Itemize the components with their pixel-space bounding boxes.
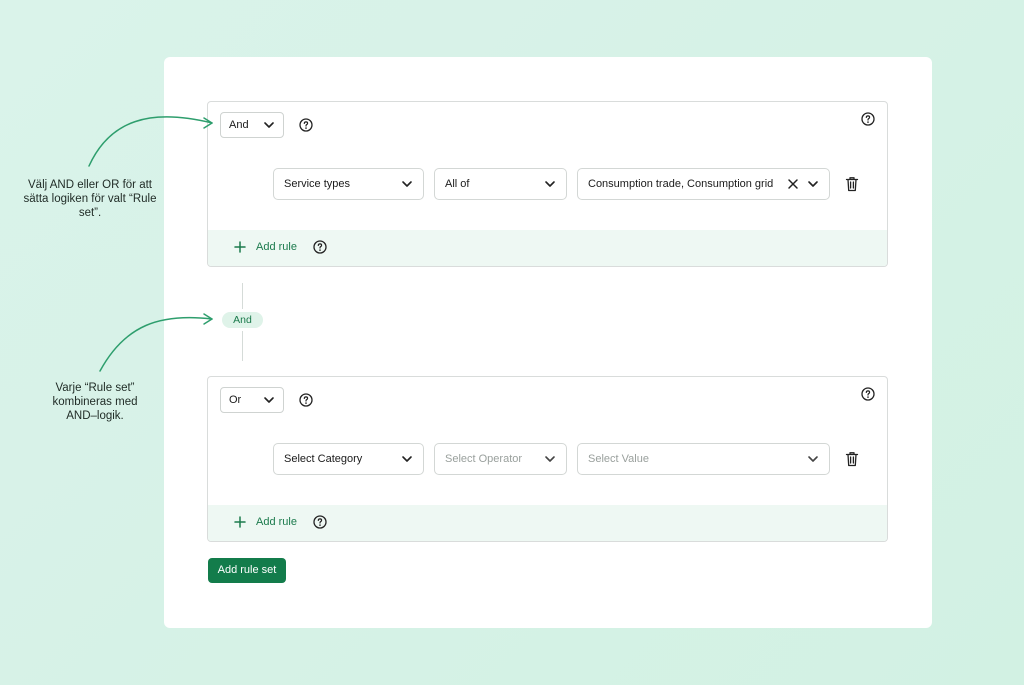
operator-select-placeholder: Select Operator xyxy=(445,453,523,465)
add-rule-set-button[interactable]: Add rule set xyxy=(208,558,286,583)
operator-select-value: All of xyxy=(445,178,470,190)
close-icon[interactable] xyxy=(787,178,799,190)
ruleset-logic-select[interactable]: Or xyxy=(220,387,284,413)
ruleset-footer: Add rule xyxy=(208,505,887,541)
plus-icon xyxy=(234,516,246,528)
question-circle-icon[interactable] xyxy=(313,515,327,529)
plus-icon xyxy=(234,241,246,253)
question-circle-icon[interactable] xyxy=(299,118,313,132)
trash-icon[interactable] xyxy=(845,176,859,192)
add-rule-button[interactable]: Add rule xyxy=(234,515,327,529)
chevron-down-icon xyxy=(808,456,818,462)
value-select-placeholder: Select Value xyxy=(588,453,649,465)
category-select[interactable]: Select Category xyxy=(273,443,424,475)
question-circle-icon[interactable] xyxy=(861,112,875,126)
add-rule-button[interactable]: Add rule xyxy=(234,240,327,254)
rules-card: And Service types All of Consumption tra… xyxy=(164,57,932,628)
value-select[interactable]: Consumption trade, Consumption grid xyxy=(577,168,830,200)
connector-line xyxy=(242,283,243,309)
connector-line xyxy=(242,331,243,361)
chevron-down-icon xyxy=(545,456,555,462)
annotation-ruleset-combination: Varje “Rule set” kombineras med AND–logi… xyxy=(52,382,138,422)
trash-icon[interactable] xyxy=(845,451,859,467)
category-select[interactable]: Service types xyxy=(273,168,424,200)
chevron-down-icon xyxy=(402,456,412,462)
chevron-down-icon xyxy=(402,181,412,187)
category-select-value: Service types xyxy=(284,178,351,190)
value-select[interactable]: Select Value xyxy=(577,443,830,475)
ruleset-1: And Service types All of Consumption tra… xyxy=(207,101,888,267)
chevron-down-icon xyxy=(264,122,274,128)
question-circle-icon[interactable] xyxy=(299,393,313,407)
logic-select-value: And xyxy=(229,119,249,131)
ruleset-logic-select[interactable]: And xyxy=(220,112,284,138)
rule-row: Select Category Select Operator Select V… xyxy=(273,443,873,475)
combinator-badge: And xyxy=(222,312,263,328)
logic-select-value: Or xyxy=(229,394,242,406)
rule-row: Service types All of Consumption trade, … xyxy=(273,168,873,200)
ruleset-2: Or Select Category Select Operator Selec… xyxy=(207,376,888,542)
chevron-down-icon xyxy=(545,181,555,187)
value-select-value: Consumption trade, Consumption grid xyxy=(588,178,774,190)
question-circle-icon[interactable] xyxy=(861,387,875,401)
add-rule-label: Add rule xyxy=(256,241,297,253)
annotation-logic-choice: Välj AND eller OR för att sätta logiken … xyxy=(23,179,157,219)
category-select-value: Select Category xyxy=(284,453,363,465)
operator-select[interactable]: Select Operator xyxy=(434,443,567,475)
question-circle-icon[interactable] xyxy=(313,240,327,254)
ruleset-footer: Add rule xyxy=(208,230,887,266)
chevron-down-icon xyxy=(808,181,818,187)
add-rule-label: Add rule xyxy=(256,516,297,528)
operator-select[interactable]: All of xyxy=(434,168,567,200)
chevron-down-icon xyxy=(264,397,274,403)
